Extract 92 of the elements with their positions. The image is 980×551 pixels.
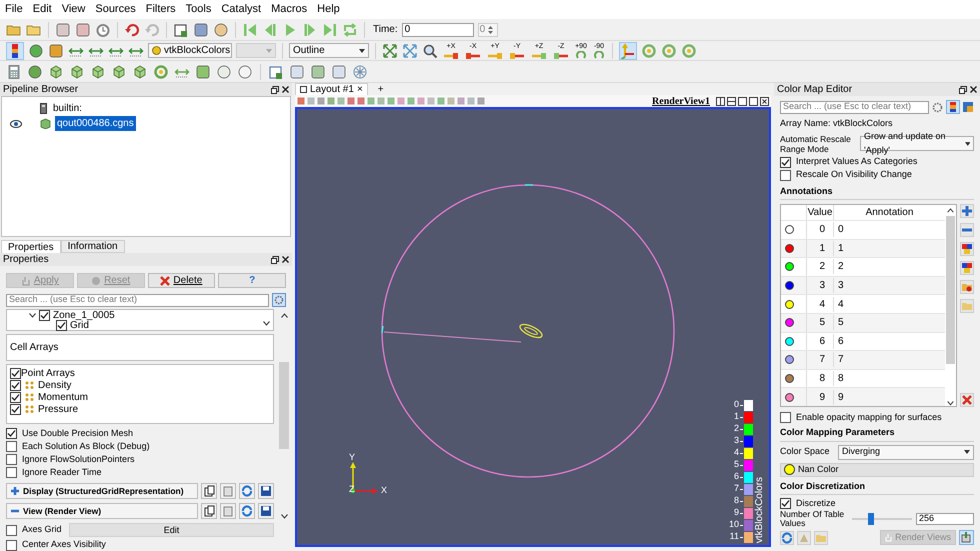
list-heading: Point Arrays: [21, 366, 75, 380]
table-cell: 3: [833, 278, 945, 294]
search-field[interactable]: Search ... (use Esc to clear text): [780, 100, 929, 114]
time-label: Time:: [373, 23, 398, 37]
table-cell: 8: [833, 371, 945, 386]
legend-label: 7: [734, 482, 739, 496]
list-heading: Cell Arrays: [10, 342, 58, 353]
table-cell: 0: [833, 222, 945, 238]
pipeline-item[interactable]: builtin:: [51, 101, 84, 116]
legend-label: 10: [728, 518, 739, 532]
legend-label: 6: [734, 470, 739, 484]
legend-label: 5: [734, 458, 739, 472]
table-cell: 6: [833, 334, 945, 349]
search-field[interactable]: Search ... (use Esc to clear text): [6, 294, 269, 306]
field-label: Color Space: [780, 445, 831, 458]
view-title: RenderView1: [652, 94, 710, 108]
column-header[interactable]: Value: [807, 205, 833, 220]
array-name: Array Name: vtkBlockColors: [780, 117, 894, 130]
table-cell-text: 0: [818, 223, 826, 238]
panel-title: Properties: [3, 253, 49, 267]
pipeline-item[interactable]: qout000486.cgns: [55, 116, 136, 131]
table-cell-text: 9: [818, 390, 826, 405]
panel-title: Pipeline Browser: [3, 83, 78, 97]
legend-label: 4: [734, 446, 739, 460]
checkbox-label: Interpret Values As Categories: [796, 155, 918, 168]
section-title: Annotations: [780, 184, 974, 200]
menu-item[interactable]: Filters: [146, 1, 176, 18]
checkbox-label: Discretize: [796, 496, 836, 510]
representation-dropdown[interactable]: Outline: [289, 43, 369, 58]
edit-button[interactable]: Edit: [69, 523, 274, 537]
field-label: Number Of Table Values: [780, 510, 846, 528]
table-cell-text: 7: [818, 353, 826, 368]
table-cell-text: 6: [818, 334, 826, 349]
panel-tab[interactable]: Information: [60, 240, 125, 253]
table-cell-text: 4: [818, 298, 826, 312]
table-cell: 9: [833, 390, 945, 405]
table-cell: 5: [833, 315, 945, 330]
checkbox-label: Center Axes Visibility: [22, 538, 106, 551]
legend-label: 11: [730, 530, 739, 544]
menu-item[interactable]: Sources: [95, 1, 136, 18]
table-cell-text: 8: [818, 372, 826, 386]
panel-title: Color Map Editor: [777, 83, 852, 97]
render-view[interactable]: Y Z X 0 1 2 3 4 5 6 7 8 9 10 11 vtkBlockColors: [295, 107, 771, 547]
section-title: Color Mapping Parameters: [780, 426, 974, 442]
legend-label: 1: [734, 410, 739, 424]
table-cell: 1: [833, 240, 945, 256]
checkbox-label: Rescale On Visibility Change: [796, 168, 912, 182]
menu-item[interactable]: File: [5, 1, 23, 18]
checkbox-label: Enable opacity mapping for surfaces: [796, 410, 942, 424]
help-button[interactable]: ?: [218, 273, 286, 288]
layout-tab[interactable]: Layout #1 ×: [295, 83, 368, 95]
table-cell-text: 3: [818, 279, 826, 294]
checkbox-label: Ignore FlowSolutionPointers: [22, 452, 135, 466]
tree-item[interactable]: Grid: [70, 318, 89, 333]
panel-tab[interactable]: Properties: [1, 240, 61, 253]
legend-label: 9: [734, 506, 739, 520]
color-space-dropdown[interactable]: Diverging: [838, 444, 974, 460]
axis-label: Y: [349, 451, 356, 464]
menu-item[interactable]: Help: [317, 1, 340, 18]
legend-title: vtkBlockColors: [755, 476, 765, 543]
delete-button[interactable]: Delete: [148, 273, 216, 288]
legend-label: 3: [734, 434, 739, 448]
table-cell-text: 5: [818, 316, 826, 330]
add-tab-button[interactable]: +: [370, 83, 392, 95]
checkbox-label: Use Double Precision Mesh: [22, 426, 134, 440]
table-cell-text: 2: [818, 260, 826, 274]
axis-label: X: [381, 484, 388, 497]
legend-label: 2: [734, 422, 739, 436]
section-header[interactable]: View (Render View): [6, 503, 198, 519]
nan-color-button[interactable]: Nan Color: [780, 462, 974, 476]
checkbox-label: Each Solution As Block (Debug): [22, 440, 150, 453]
table-cell: 2: [833, 259, 945, 274]
axis-label: Z: [349, 483, 354, 496]
table-values-field[interactable]: 256: [916, 513, 974, 525]
legend-label: 8: [734, 494, 739, 508]
checkbox-label: Ignore Reader Time: [22, 466, 102, 479]
close-button[interactable]: ×: [356, 82, 363, 97]
section-header[interactable]: Display (StructuredGridRepresentation): [6, 483, 198, 499]
menu-item[interactable]: Macros: [271, 1, 308, 18]
menu-item[interactable]: Tools: [186, 1, 212, 18]
table-cell-text: 1: [818, 242, 826, 256]
checkbox-label: Axes Grid: [22, 523, 63, 536]
menu-item[interactable]: Catalyst: [221, 1, 262, 18]
field-label: Automatic Rescale Range Mode: [780, 134, 852, 154]
menu-item[interactable]: Edit: [32, 1, 52, 18]
menu-item[interactable]: View: [62, 1, 86, 18]
table-cell: 4: [833, 296, 945, 312]
section-title: Color Discretization: [780, 480, 974, 495]
time-field[interactable]: 0: [402, 22, 474, 36]
array-dropdown[interactable]: vtkBlockColors: [148, 43, 232, 58]
legend-label: 0: [734, 398, 739, 412]
table-cell: 7: [833, 352, 945, 368]
